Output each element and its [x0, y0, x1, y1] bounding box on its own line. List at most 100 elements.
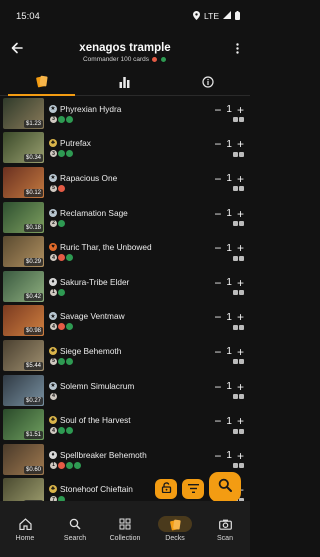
- increase-quantity-button[interactable]: +: [237, 104, 244, 116]
- tab-stats[interactable]: [83, 72, 166, 95]
- card-quantity: 1: [226, 346, 232, 358]
- collection-flag-icon[interactable]: [239, 463, 244, 469]
- card-row[interactable]: $5.44 ♣ Siege Behemoth 5−1 +: [0, 338, 250, 373]
- collection-flag-icon[interactable]: [239, 290, 244, 296]
- decrease-quantity-button[interactable]: −: [214, 450, 221, 462]
- card-row[interactable]: $0.18 ★ Reclamation Sage 2−1 +: [0, 200, 250, 235]
- increase-quantity-button[interactable]: +: [237, 277, 244, 289]
- decrease-quantity-button[interactable]: −: [214, 242, 221, 254]
- decrease-quantity-button[interactable]: −: [214, 381, 221, 393]
- collection-flag-icon[interactable]: [239, 151, 244, 157]
- nav-scan[interactable]: Scan: [200, 501, 250, 557]
- decrease-quantity-button[interactable]: −: [214, 346, 221, 358]
- nav-collection[interactable]: Collection: [100, 501, 150, 557]
- back-button[interactable]: [8, 40, 26, 60]
- card-row[interactable]: $0.42 ♦ Sakura-Tribe Elder 1−1 +: [0, 269, 250, 304]
- card-flags: [233, 428, 244, 434]
- card-thumbnail[interactable]: $0.29: [3, 236, 44, 268]
- nav-search[interactable]: Search: [50, 501, 100, 557]
- card-thumbnail[interactable]: $0.98: [3, 305, 44, 337]
- increase-quantity-button[interactable]: +: [237, 242, 244, 254]
- nav-home[interactable]: Home: [0, 501, 50, 557]
- collection-flag-icon[interactable]: [239, 394, 244, 400]
- card-flags: [233, 186, 244, 192]
- card-info: ♦ Sakura-Tribe Elder 1: [49, 277, 208, 296]
- filter-button[interactable]: [182, 479, 204, 499]
- decrease-quantity-button[interactable]: −: [214, 104, 221, 116]
- rarity-icon: ♣: [49, 346, 57, 355]
- search-fab[interactable]: [209, 472, 241, 502]
- increase-quantity-button[interactable]: +: [237, 173, 244, 185]
- tab-info[interactable]: [167, 72, 250, 95]
- collection-flag-icon[interactable]: [239, 428, 244, 434]
- remove-flag-icon[interactable]: [233, 428, 238, 434]
- rarity-icon: ★: [49, 104, 57, 113]
- increase-quantity-button[interactable]: +: [237, 311, 244, 323]
- card-row[interactable]: $0.27 ★ Solemn Simulacrum 4−1 +: [0, 373, 250, 408]
- increase-quantity-button[interactable]: +: [237, 208, 244, 220]
- card-thumbnail[interactable]: $0.42: [3, 270, 44, 302]
- quantity-control: −1 +: [208, 138, 244, 157]
- camera-icon: [218, 516, 232, 532]
- card-thumbnail[interactable]: $1.45: [3, 478, 44, 501]
- search-icon: [69, 516, 81, 532]
- card-thumbnail[interactable]: $0.27: [3, 374, 44, 406]
- remove-flag-icon[interactable]: [233, 290, 238, 296]
- card-thumbnail[interactable]: $5.44: [3, 339, 44, 371]
- green-mana-icon: [66, 427, 73, 435]
- remove-flag-icon[interactable]: [233, 394, 238, 400]
- remove-flag-icon[interactable]: [233, 186, 238, 192]
- collection-flag-icon[interactable]: [239, 117, 244, 123]
- lock-open-icon: [161, 480, 172, 498]
- remove-flag-icon[interactable]: [233, 324, 238, 330]
- collection-flag-icon[interactable]: [239, 359, 244, 365]
- decrease-quantity-button[interactable]: −: [214, 277, 221, 289]
- card-row[interactable]: $1.23 ★ Phyrexian Hydra 3−1 +: [0, 96, 250, 131]
- decrease-quantity-button[interactable]: −: [214, 415, 221, 427]
- card-thumbnail[interactable]: $1.23: [3, 97, 44, 129]
- card-row[interactable]: $0.98 ★ Savage Ventmaw 4−1 +: [0, 304, 250, 339]
- nav-decks[interactable]: Decks: [150, 501, 200, 557]
- decrease-quantity-button[interactable]: −: [214, 208, 221, 220]
- remove-flag-icon[interactable]: [233, 463, 238, 469]
- card-row[interactable]: $0.34 ♣ Putrefax 3−1 +: [0, 131, 250, 166]
- more-options-button[interactable]: [230, 40, 244, 60]
- generic-mana-icon: 4: [50, 254, 57, 262]
- card-row[interactable]: $0.60 ♦ Spellbreaker Behemoth 1−1 +: [0, 442, 250, 477]
- remove-flag-icon[interactable]: [233, 359, 238, 365]
- card-thumbnail[interactable]: $0.34: [3, 132, 44, 164]
- card-name: Solemn Simulacrum: [60, 380, 135, 391]
- decrease-quantity-button[interactable]: −: [214, 138, 221, 150]
- deck-format: Commander 100 cards: [82, 55, 150, 63]
- increase-quantity-button[interactable]: +: [237, 415, 244, 427]
- card-row[interactable]: $1.51 ♣ Soul of the Harvest 4−1 +: [0, 407, 250, 442]
- remove-flag-icon[interactable]: [233, 151, 238, 157]
- collection-flag-icon[interactable]: [239, 221, 244, 227]
- collection-flag-icon[interactable]: [239, 324, 244, 330]
- increase-quantity-button[interactable]: +: [237, 381, 244, 393]
- card-row[interactable]: $0.12 ★ Rapacious One 5−1 +: [0, 165, 250, 200]
- increase-quantity-button[interactable]: +: [237, 450, 244, 462]
- card-thumbnail[interactable]: $1.51: [3, 409, 44, 441]
- card-name: Phyrexian Hydra: [60, 103, 122, 114]
- quantity-line: −1 +: [214, 311, 244, 323]
- card-price: $0.27: [23, 396, 43, 405]
- card-quantity: 1: [226, 138, 232, 150]
- card-thumbnail[interactable]: $0.60: [3, 443, 44, 475]
- card-thumbnail[interactable]: $0.12: [3, 166, 44, 198]
- card-name-line: ★ Solemn Simulacrum: [49, 381, 208, 391]
- tab-cards[interactable]: [0, 72, 83, 96]
- decrease-quantity-button[interactable]: −: [214, 173, 221, 185]
- increase-quantity-button[interactable]: +: [237, 138, 244, 150]
- card-thumbnail[interactable]: $0.18: [3, 201, 44, 233]
- remove-flag-icon[interactable]: [233, 255, 238, 261]
- rarity-icon: ♦: [49, 450, 57, 459]
- lock-button[interactable]: [155, 479, 177, 499]
- collection-flag-icon[interactable]: [239, 186, 244, 192]
- remove-flag-icon[interactable]: [233, 117, 238, 123]
- collection-flag-icon[interactable]: [239, 255, 244, 261]
- decrease-quantity-button[interactable]: −: [214, 311, 221, 323]
- card-row[interactable]: $0.29 ♥ Ruric Thar, the Unbowed 4−1 +: [0, 234, 250, 269]
- increase-quantity-button[interactable]: +: [237, 346, 244, 358]
- remove-flag-icon[interactable]: [233, 221, 238, 227]
